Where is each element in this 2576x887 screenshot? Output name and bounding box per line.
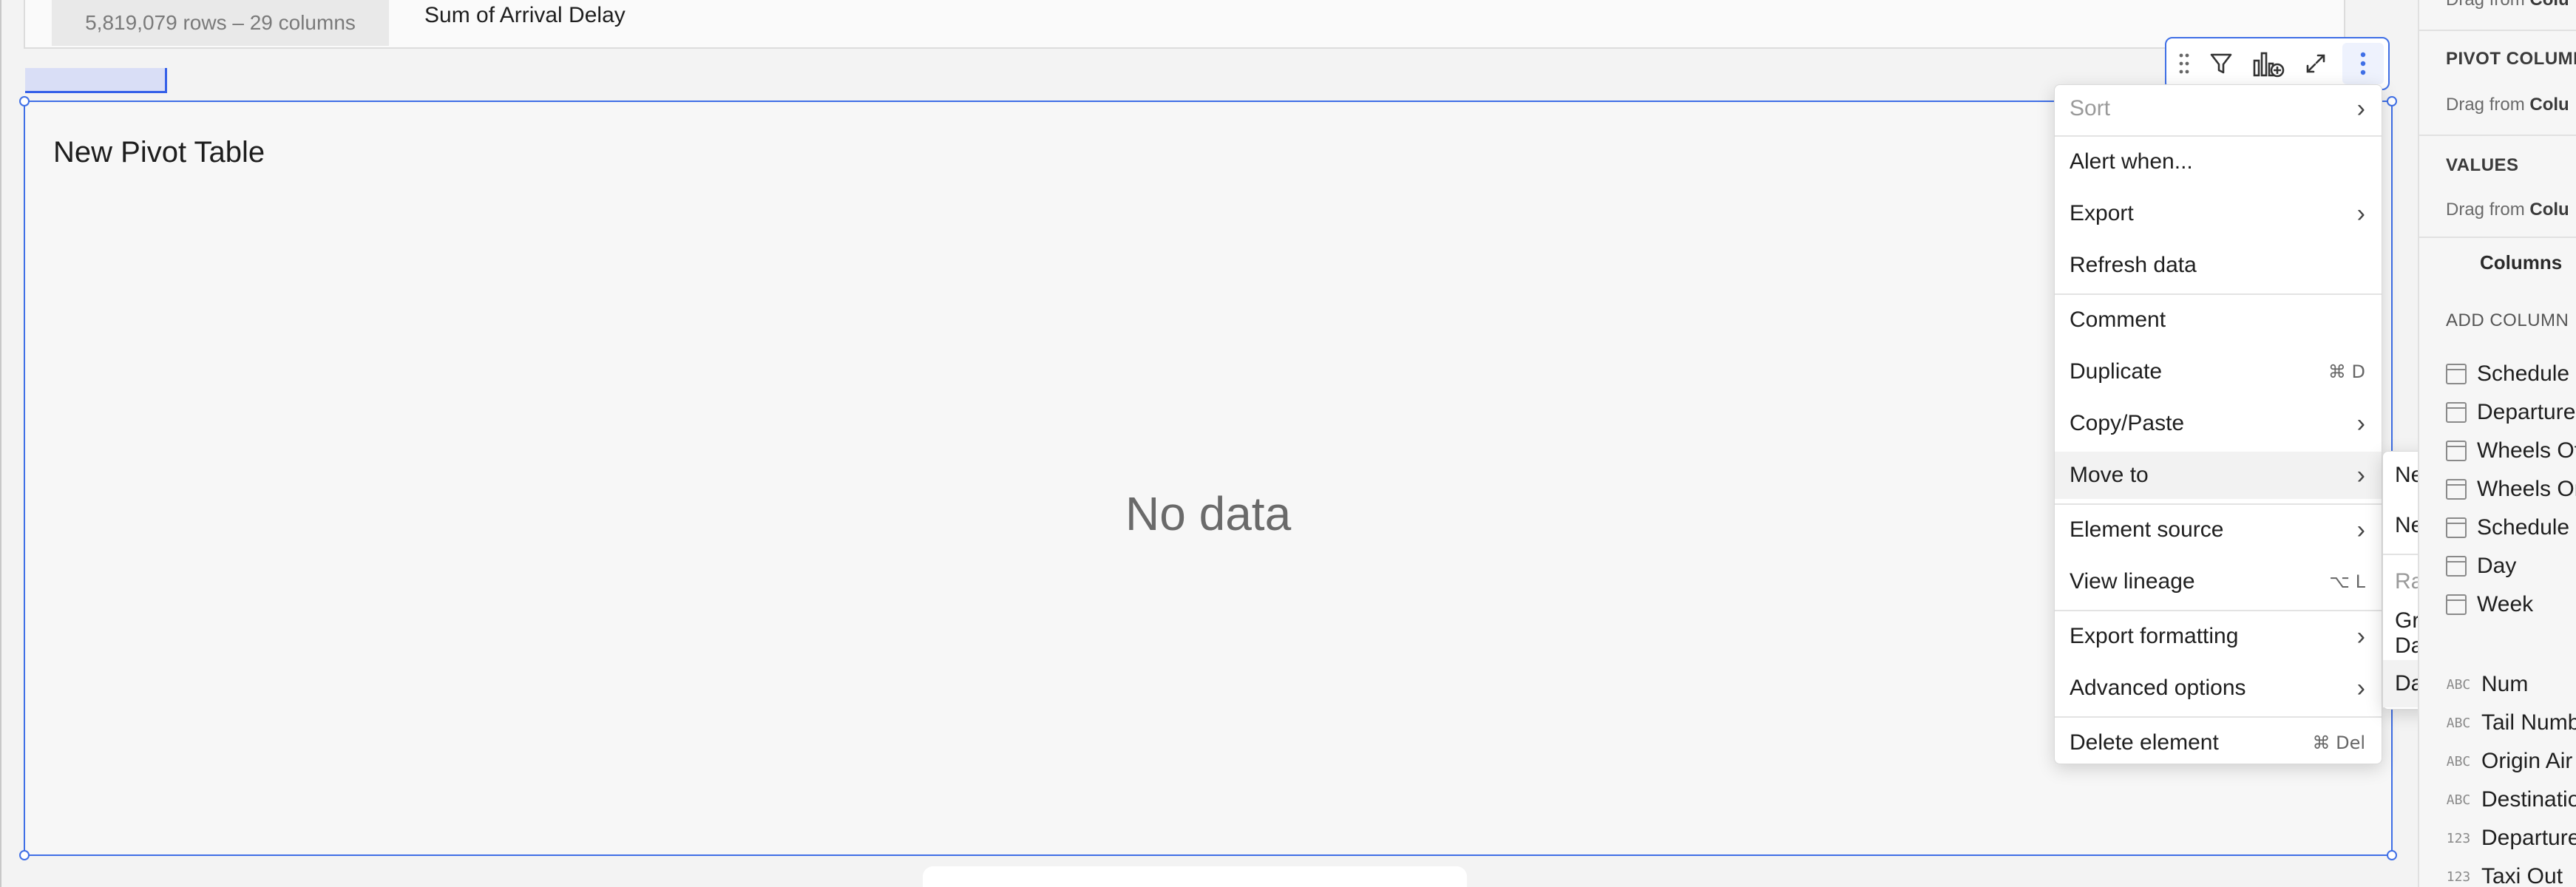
menu-item-element-source[interactable]: Element source › bbox=[2055, 506, 2382, 554]
resize-handle-top-right[interactable] bbox=[2387, 96, 2397, 106]
shortcut-label: ⌘ Del bbox=[2312, 733, 2365, 753]
add-chart-icon[interactable] bbox=[2248, 43, 2289, 84]
element-toolbar bbox=[2165, 37, 2390, 90]
calendar-icon bbox=[2446, 402, 2467, 423]
panel-divider bbox=[2419, 30, 2576, 31]
text-type-icon: ABC bbox=[2446, 753, 2471, 769]
menu-item-export[interactable]: Export › bbox=[2055, 190, 2382, 237]
column-item[interactable]: Schedule bbox=[2446, 359, 2569, 389]
panel-divider bbox=[2419, 135, 2576, 136]
values-heading: VALUES bbox=[2446, 155, 2519, 175]
calendar-icon bbox=[2446, 517, 2467, 538]
column-item[interactable]: ABC Tail Numb bbox=[2446, 708, 2576, 738]
more-vertical-icon[interactable] bbox=[2342, 43, 2384, 84]
pivot-table-element[interactable]: New Pivot Table No data bbox=[19, 96, 2397, 860]
drag-hint[interactable]: Drag from Colu bbox=[2446, 95, 2569, 115]
menu-divider bbox=[2055, 135, 2382, 137]
menu-item-copy-paste[interactable]: Copy/Paste › bbox=[2055, 400, 2382, 447]
selection-indicator bbox=[25, 68, 167, 93]
calendar-icon bbox=[2446, 556, 2467, 577]
menu-divider bbox=[2055, 610, 2382, 611]
resize-handle-bottom-right[interactable] bbox=[2387, 850, 2397, 860]
column-item[interactable]: 123 Departure bbox=[2446, 823, 2576, 853]
add-column-heading: ADD COLUMN bbox=[2446, 310, 2569, 330]
calendar-icon bbox=[2446, 479, 2467, 500]
pivot-columns-heading: PIVOT COLUMNS bbox=[2446, 49, 2576, 69]
previous-table-element[interactable]: 5,819,079 rows – 29 columns Sum of Arriv… bbox=[24, 0, 2345, 49]
text-type-icon: ABC bbox=[2446, 715, 2471, 731]
column-item[interactable]: ABC Origin Air bbox=[2446, 747, 2573, 776]
calendar-icon bbox=[2446, 594, 2467, 615]
column-item[interactable]: ABC Num bbox=[2446, 670, 2529, 699]
menu-item-delete-element[interactable]: Delete element ⌘ Del bbox=[2055, 719, 2382, 767]
menu-item-sort[interactable]: Sort › bbox=[2055, 85, 2382, 132]
column-item[interactable]: Schedule bbox=[2446, 513, 2569, 543]
resize-handle-top-left[interactable] bbox=[19, 96, 30, 106]
number-type-icon: 123 bbox=[2446, 869, 2471, 885]
menu-divider bbox=[2055, 716, 2382, 718]
menu-item-view-lineage[interactable]: View lineage ⌥ L bbox=[2055, 558, 2382, 605]
column-header[interactable]: Sum of Arrival Delay bbox=[424, 3, 626, 28]
filter-icon[interactable] bbox=[2200, 43, 2242, 84]
menu-item-advanced-options[interactable]: Advanced options › bbox=[2055, 665, 2382, 712]
chevron-right-icon: › bbox=[2356, 515, 2365, 544]
drag-hint: Drag from Colu bbox=[2446, 0, 2569, 10]
column-item[interactable]: Wheels On bbox=[2446, 475, 2576, 504]
drag-handle-icon[interactable] bbox=[2174, 43, 2194, 84]
column-item[interactable]: Week bbox=[2446, 590, 2533, 619]
text-type-icon: ABC bbox=[2446, 676, 2471, 693]
menu-divider bbox=[2055, 293, 2382, 295]
drag-hint[interactable]: Drag from Colu bbox=[2446, 200, 2569, 220]
menu-item-duplicate[interactable]: Duplicate ⌘ D bbox=[2055, 348, 2382, 395]
menu-divider bbox=[2055, 503, 2382, 505]
shortcut-label: ⌥ L bbox=[2329, 571, 2365, 592]
calendar-icon bbox=[2446, 441, 2467, 461]
expand-icon[interactable] bbox=[2295, 43, 2336, 84]
column-item[interactable]: 123 Taxi Out bbox=[2446, 862, 2563, 887]
menu-item-alert[interactable]: Alert when... bbox=[2055, 138, 2382, 186]
element-context-menu: Sort › Alert when... Export › Refresh data… bbox=[2054, 84, 2382, 764]
menu-item-comment[interactable]: Comment bbox=[2055, 296, 2382, 344]
chevron-right-icon: › bbox=[2356, 199, 2365, 228]
chevron-right-icon: › bbox=[2356, 461, 2365, 489]
pivot-title[interactable]: New Pivot Table bbox=[53, 136, 265, 169]
text-type-icon: ABC bbox=[2446, 792, 2471, 808]
chevron-right-icon: › bbox=[2356, 622, 2365, 650]
menu-item-refresh-data[interactable]: Refresh data bbox=[2055, 242, 2382, 289]
column-item[interactable]: Wheels Of bbox=[2446, 436, 2576, 466]
column-item[interactable]: ABC Destinatio bbox=[2446, 785, 2576, 815]
chevron-right-icon: › bbox=[2356, 409, 2365, 438]
resize-handle-bottom-left[interactable] bbox=[19, 850, 30, 860]
row-count-label: 5,819,079 rows – 29 columns bbox=[52, 0, 389, 46]
tab-columns[interactable]: Columns bbox=[2480, 251, 2562, 274]
menu-item-move-to[interactable]: Move to › bbox=[2055, 452, 2382, 499]
calendar-icon bbox=[2446, 364, 2467, 384]
horizontal-scrollbar[interactable] bbox=[923, 866, 1467, 887]
empty-state-text: No data bbox=[1125, 487, 1292, 540]
number-type-icon: 123 bbox=[2446, 830, 2471, 846]
workbook-canvas: 5,819,079 rows – 29 columns Sum of Arriv… bbox=[0, 0, 2545, 887]
menu-item-export-formatting[interactable]: Export formatting › bbox=[2055, 613, 2382, 660]
properties-panel: Drag from Colu PIVOT COLUMNS Drag from C… bbox=[2418, 0, 2576, 887]
column-item[interactable]: Day bbox=[2446, 551, 2516, 581]
panel-divider bbox=[2419, 237, 2576, 238]
chevron-right-icon: › bbox=[2356, 94, 2365, 123]
shortcut-label: ⌘ D bbox=[2328, 361, 2365, 382]
chevron-right-icon: › bbox=[2356, 673, 2365, 702]
column-item[interactable]: Departure bbox=[2446, 398, 2575, 427]
